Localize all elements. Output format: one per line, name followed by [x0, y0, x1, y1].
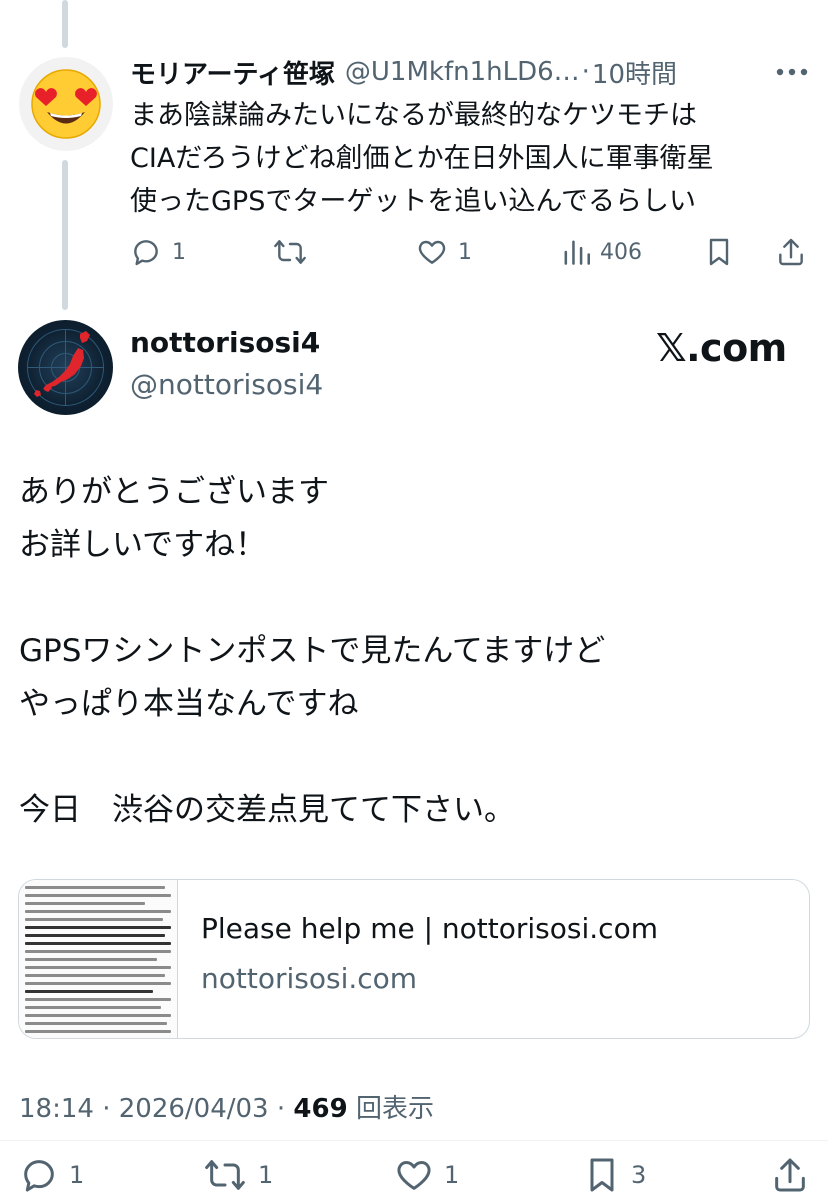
avatar[interactable] [19, 57, 113, 151]
tweet-view-count: 469 [293, 1094, 348, 1124]
previous-tweet-actions-cutoff [0, 0, 828, 4]
reply-share-button[interactable] [775, 230, 807, 274]
views-icon [564, 240, 590, 265]
tweet-date[interactable]: 2026/04/03 [119, 1094, 269, 1124]
meta-separator: · [102, 1094, 119, 1124]
main-retweet-button[interactable]: 1 [202, 1153, 273, 1197]
link-card-domain[interactable]: nottorisosi.com [201, 962, 417, 995]
retweet-icon [274, 240, 306, 264]
reply-icon [134, 240, 158, 266]
reply-reply-count: 1 [172, 239, 186, 265]
link-card-thumbnail [19, 880, 178, 1038]
thread-line-top [62, 0, 68, 48]
reply-icon [24, 1160, 54, 1192]
bookmark-icon [590, 1158, 614, 1192]
main-reply-button[interactable]: 1 [19, 1153, 84, 1197]
main-bookmark-button[interactable]: 3 [583, 1153, 646, 1197]
reply-like-button[interactable]: 1 [416, 230, 472, 274]
main-avatar[interactable] [18, 320, 113, 415]
reply-view-count: 406 [600, 239, 642, 265]
main-retweet-count: 1 [258, 1161, 274, 1189]
reply-handle[interactable]: @U1Mkfn1hLD6… [345, 57, 580, 87]
more-icon [776, 68, 808, 76]
main-tweet-text: ありがとうございます お詳しいですね！ GPSワシントンポストで見たんてますけど… [19, 474, 606, 828]
main-handle[interactable]: @nottorisosi4 [130, 368, 323, 401]
thread-line-middle [62, 160, 68, 310]
main-reply-count: 1 [69, 1161, 85, 1189]
heart-eyes-emoji-icon [31, 69, 101, 139]
meta-separator: · [276, 1094, 294, 1124]
heart-icon [418, 240, 446, 264]
reply-like-count: 1 [458, 239, 472, 265]
tweet-view-label: 回表示 [355, 1094, 434, 1124]
x-com-watermark: 𝕏.com [656, 326, 787, 370]
reply-time[interactable]: 10時間 [592, 54, 677, 91]
main-like-count: 1 [444, 1161, 460, 1189]
reply-retweet-button[interactable] [272, 230, 318, 274]
retweet-icon [205, 1160, 245, 1190]
main-share-button[interactable] [770, 1153, 810, 1197]
main-display-name[interactable]: nottorisosi4 [130, 326, 320, 359]
tweet-meta: 18:14 · 2026/04/03 · 469 回表示 [19, 1088, 434, 1125]
heart-icon [397, 1161, 431, 1190]
reply-separator: · [581, 57, 590, 87]
reply-display-name[interactable]: モリアーティ笹塚 [130, 54, 335, 91]
main-bookmark-count: 3 [631, 1161, 647, 1189]
reply-bookmark-button[interactable] [704, 230, 734, 274]
reply-views-button[interactable]: 406 [562, 230, 642, 274]
link-card[interactable]: Please help me | nottorisosi.com nottori… [18, 879, 810, 1039]
japan-map-radar-icon [27, 329, 104, 406]
bookmark-icon [709, 238, 729, 266]
tweet-time[interactable]: 18:14 [19, 1094, 94, 1124]
link-card-title[interactable]: Please help me | nottorisosi.com [201, 912, 658, 945]
main-like-button[interactable]: 1 [394, 1153, 459, 1197]
reply-header: モリアーティ笹塚 @U1Mkfn1hLD6… · 10時間 [130, 52, 677, 92]
reply-text: まあ陰謀論みたいになるが最終的なケツモチは CIAだろうけどね創価とか在日外国人… [130, 100, 714, 217]
divider [0, 1140, 828, 1141]
share-icon [779, 238, 803, 266]
more-options-button[interactable] [772, 58, 812, 86]
reply-reply-button[interactable]: 1 [130, 230, 186, 274]
share-icon [775, 1158, 805, 1192]
